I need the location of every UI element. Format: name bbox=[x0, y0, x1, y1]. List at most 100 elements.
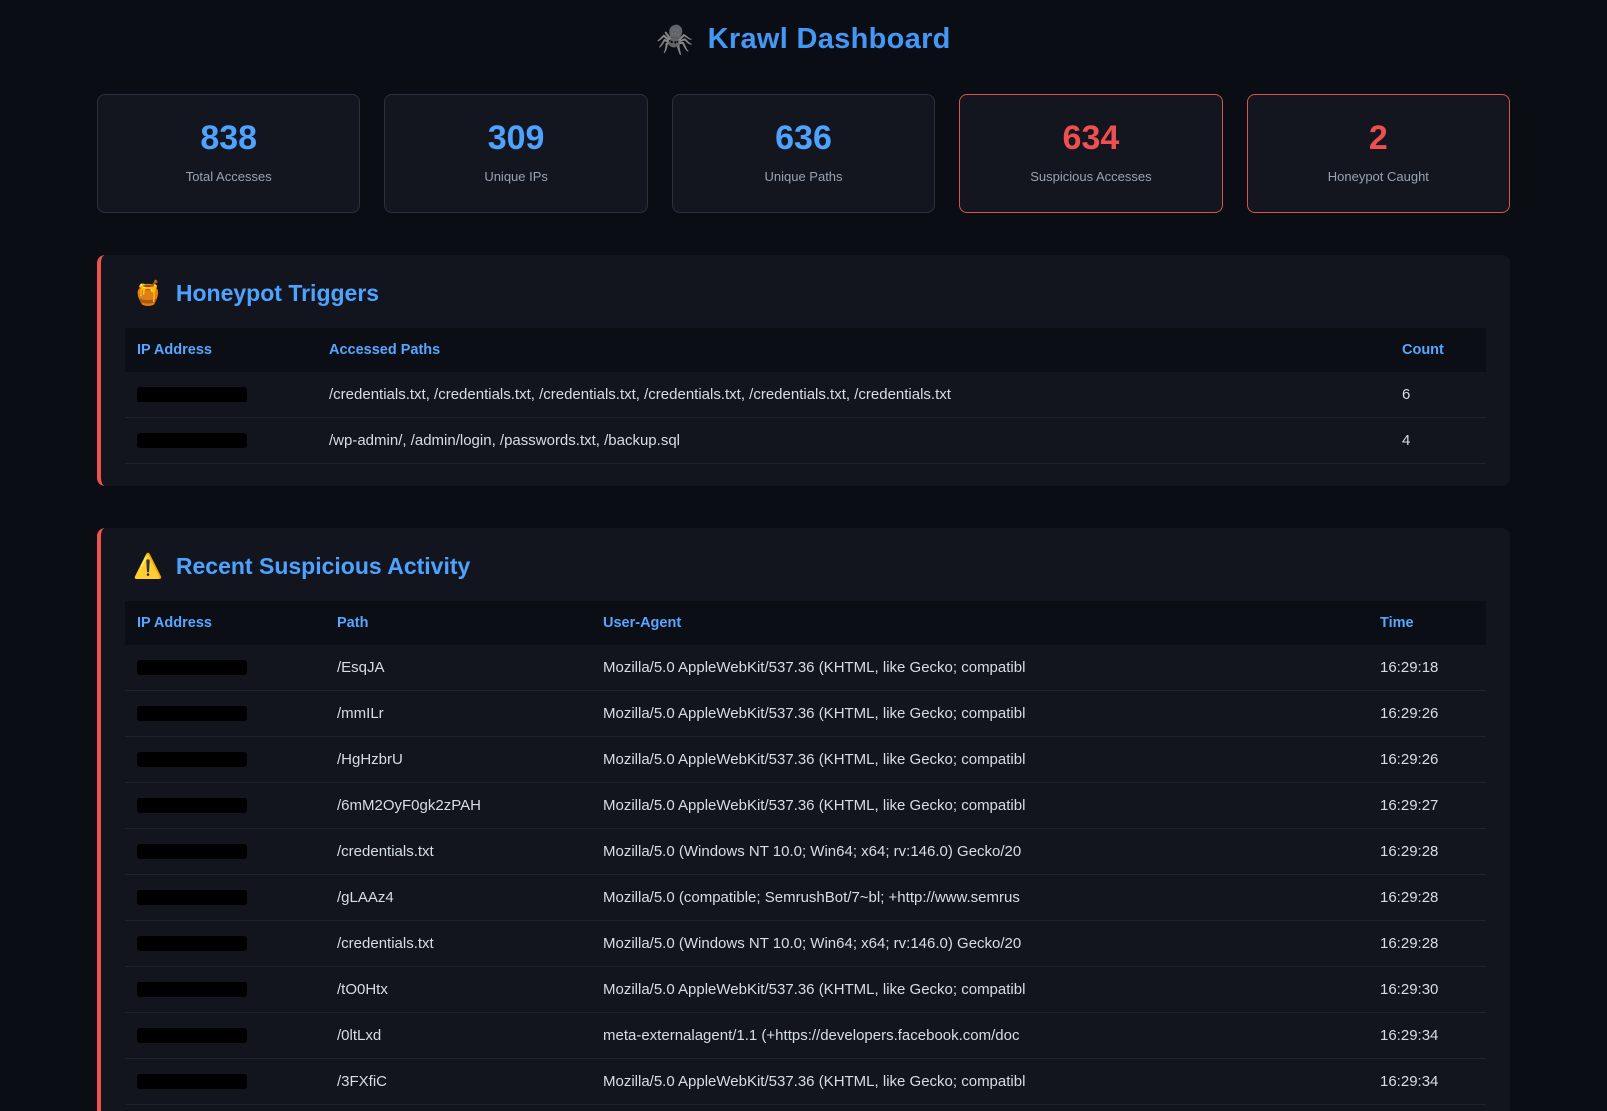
suspicious-row: /6mM2OyF0gk2zPAH Mozilla/5.0 AppleWebKit… bbox=[125, 783, 1486, 829]
cell-user-agent: Mozilla/5.0 AppleWebKit/537.36 (KHTML, l… bbox=[591, 737, 1368, 782]
stat-card-unique-paths: 636 Unique Paths bbox=[672, 94, 935, 213]
redacted-ip-bar bbox=[137, 844, 247, 859]
redacted-ip-bar bbox=[137, 660, 247, 675]
cell-user-agent: Mozilla/5.0 AppleWebKit/537.36 (KHTML, l… bbox=[591, 783, 1368, 828]
suspicious-row: /mmILr Mozilla/5.0 AppleWebKit/537.36 (K… bbox=[125, 691, 1486, 737]
suspicious-row: /0ltLxd meta-externalagent/1.1 (+https:/… bbox=[125, 1013, 1486, 1059]
stat-card-suspicious-accesses: 634 Suspicious Accesses bbox=[959, 94, 1222, 213]
suspicious-row: /credentials.txt Mozilla/5.0 (Windows NT… bbox=[125, 829, 1486, 875]
suspicious-row: /3FXfiC Mozilla/5.0 AppleWebKit/537.36 (… bbox=[125, 1059, 1486, 1105]
stat-label: Unique IPs bbox=[385, 169, 646, 184]
cell-ip bbox=[125, 830, 325, 873]
cell-user-agent: Mozilla/5.0 AppleWebKit/537.36 (KHTML, l… bbox=[591, 967, 1368, 1012]
redacted-ip-bar bbox=[137, 433, 247, 448]
stat-label: Total Accesses bbox=[98, 169, 359, 184]
cell-path: /6mM2OyF0gk2zPAH bbox=[325, 783, 591, 828]
stat-value: 838 bbox=[98, 121, 359, 155]
suspicious-activity-panel: ⚠️ Recent Suspicious Activity IP Address… bbox=[97, 528, 1510, 1111]
cell-count: 6 bbox=[1390, 372, 1486, 417]
col-ip-address: IP Address bbox=[125, 601, 325, 645]
stat-label: Unique Paths bbox=[673, 169, 934, 184]
col-accessed-paths: Accessed Paths bbox=[317, 328, 1390, 372]
cell-time: 16:29:26 bbox=[1368, 737, 1486, 782]
cell-time: 16:29:30 bbox=[1368, 967, 1486, 1012]
honeypot-icon: 🍯 bbox=[133, 279, 163, 308]
cell-ip bbox=[125, 373, 317, 416]
honeypot-row: /wp-admin/, /admin/login, /passwords.txt… bbox=[125, 418, 1486, 464]
suspicious-row: /tO0Htx Mozilla/5.0 AppleWebKit/537.36 (… bbox=[125, 967, 1486, 1013]
cell-time: 16:29:28 bbox=[1368, 875, 1486, 920]
cell-user-agent: Mozilla/5.0 AppleWebKit/537.36 (KHTML, l… bbox=[591, 1059, 1368, 1104]
cell-user-agent: Mozilla/5.0 (Windows NT 10.0; Win64; x64… bbox=[591, 921, 1368, 966]
page-title: Krawl Dashboard bbox=[708, 23, 951, 56]
redacted-ip-bar bbox=[137, 1074, 247, 1089]
app-header: 🕷️ Krawl Dashboard bbox=[97, 0, 1510, 62]
cell-time: 16:29:26 bbox=[1368, 691, 1486, 736]
cell-path: /3FXfiC bbox=[325, 1059, 591, 1104]
redacted-ip-bar bbox=[137, 1028, 247, 1043]
cell-ip bbox=[125, 419, 317, 462]
suspicious-table-header: IP Address Path User-Agent Time bbox=[125, 601, 1486, 645]
redacted-ip-bar bbox=[137, 982, 247, 997]
col-time: Time bbox=[1368, 601, 1486, 645]
cell-ip bbox=[125, 784, 325, 827]
stat-value: 309 bbox=[385, 121, 646, 155]
cell-user-agent: Mozilla/5.0 (compatible; SemrushBot/7~bl… bbox=[591, 875, 1368, 920]
cell-count: 4 bbox=[1390, 418, 1486, 463]
honeypot-triggers-panel: 🍯 Honeypot Triggers IP Address Accessed … bbox=[97, 255, 1510, 486]
redacted-ip-bar bbox=[137, 752, 247, 767]
redacted-ip-bar bbox=[137, 936, 247, 951]
honeypot-table-header: IP Address Accessed Paths Count bbox=[125, 328, 1486, 372]
suspicious-title-text: Recent Suspicious Activity bbox=[176, 553, 470, 580]
cell-path: /credentials.txt bbox=[325, 829, 591, 874]
honeypot-title-text: Honeypot Triggers bbox=[176, 280, 379, 307]
cell-user-agent: meta-externalagent/1.1 (+https://develop… bbox=[591, 1013, 1368, 1058]
cell-path: /gLAAz4 bbox=[325, 875, 591, 920]
col-path: Path bbox=[325, 601, 591, 645]
stat-cards: 838 Total Accesses 309 Unique IPs 636 Un… bbox=[97, 94, 1510, 213]
suspicious-table-body: /EsqJA Mozilla/5.0 AppleWebKit/537.36 (K… bbox=[125, 645, 1486, 1105]
cell-time: 16:29:34 bbox=[1368, 1059, 1486, 1104]
suspicious-panel-title: ⚠️ Recent Suspicious Activity bbox=[125, 552, 1486, 581]
stat-value: 634 bbox=[960, 121, 1221, 155]
cell-ip bbox=[125, 1060, 325, 1103]
suspicious-row: /gLAAz4 Mozilla/5.0 (compatible; Semrush… bbox=[125, 875, 1486, 921]
honeypot-panel-title: 🍯 Honeypot Triggers bbox=[125, 279, 1486, 308]
cell-path: /HgHzbrU bbox=[325, 737, 591, 782]
redacted-ip-bar bbox=[137, 387, 247, 402]
cell-ip bbox=[125, 738, 325, 781]
cell-ip bbox=[125, 692, 325, 735]
suspicious-row: /EsqJA Mozilla/5.0 AppleWebKit/537.36 (K… bbox=[125, 645, 1486, 691]
redacted-ip-bar bbox=[137, 890, 247, 905]
col-count: Count bbox=[1390, 328, 1486, 372]
suspicious-table: IP Address Path User-Agent Time /EsqJA M… bbox=[125, 601, 1486, 1105]
cell-ip bbox=[125, 968, 325, 1011]
stat-value: 636 bbox=[673, 121, 934, 155]
cell-time: 16:29:27 bbox=[1368, 783, 1486, 828]
stat-card-total-accesses: 838 Total Accesses bbox=[97, 94, 360, 213]
stat-card-honeypot-caught: 2 Honeypot Caught bbox=[1247, 94, 1510, 213]
cell-ip bbox=[125, 1014, 325, 1057]
cell-path: /0ltLxd bbox=[325, 1013, 591, 1058]
cell-path: /mmILr bbox=[325, 691, 591, 736]
cell-path: /EsqJA bbox=[325, 645, 591, 690]
cell-user-agent: Mozilla/5.0 AppleWebKit/537.36 (KHTML, l… bbox=[591, 645, 1368, 690]
cell-accessed-paths: /credentials.txt, /credentials.txt, /cre… bbox=[317, 372, 1390, 417]
suspicious-row: /HgHzbrU Mozilla/5.0 AppleWebKit/537.36 … bbox=[125, 737, 1486, 783]
stat-label: Suspicious Accesses bbox=[960, 169, 1221, 184]
cell-user-agent: Mozilla/5.0 (Windows NT 10.0; Win64; x64… bbox=[591, 829, 1368, 874]
stat-card-unique-ips: 309 Unique IPs bbox=[384, 94, 647, 213]
dashboard-page: 🕷️ Krawl Dashboard 838 Total Accesses 30… bbox=[0, 0, 1607, 1111]
cell-ip bbox=[125, 922, 325, 965]
redacted-ip-bar bbox=[137, 798, 247, 813]
cell-time: 16:29:28 bbox=[1368, 829, 1486, 874]
stat-value: 2 bbox=[1248, 121, 1509, 155]
cell-ip bbox=[125, 876, 325, 919]
warning-icon: ⚠️ bbox=[133, 552, 163, 581]
cell-accessed-paths: /wp-admin/, /admin/login, /passwords.txt… bbox=[317, 418, 1390, 463]
col-user-agent: User-Agent bbox=[591, 601, 1368, 645]
redacted-ip-bar bbox=[137, 706, 247, 721]
stat-label: Honeypot Caught bbox=[1248, 169, 1509, 184]
col-ip-address: IP Address bbox=[125, 328, 317, 372]
cell-path: /tO0Htx bbox=[325, 967, 591, 1012]
